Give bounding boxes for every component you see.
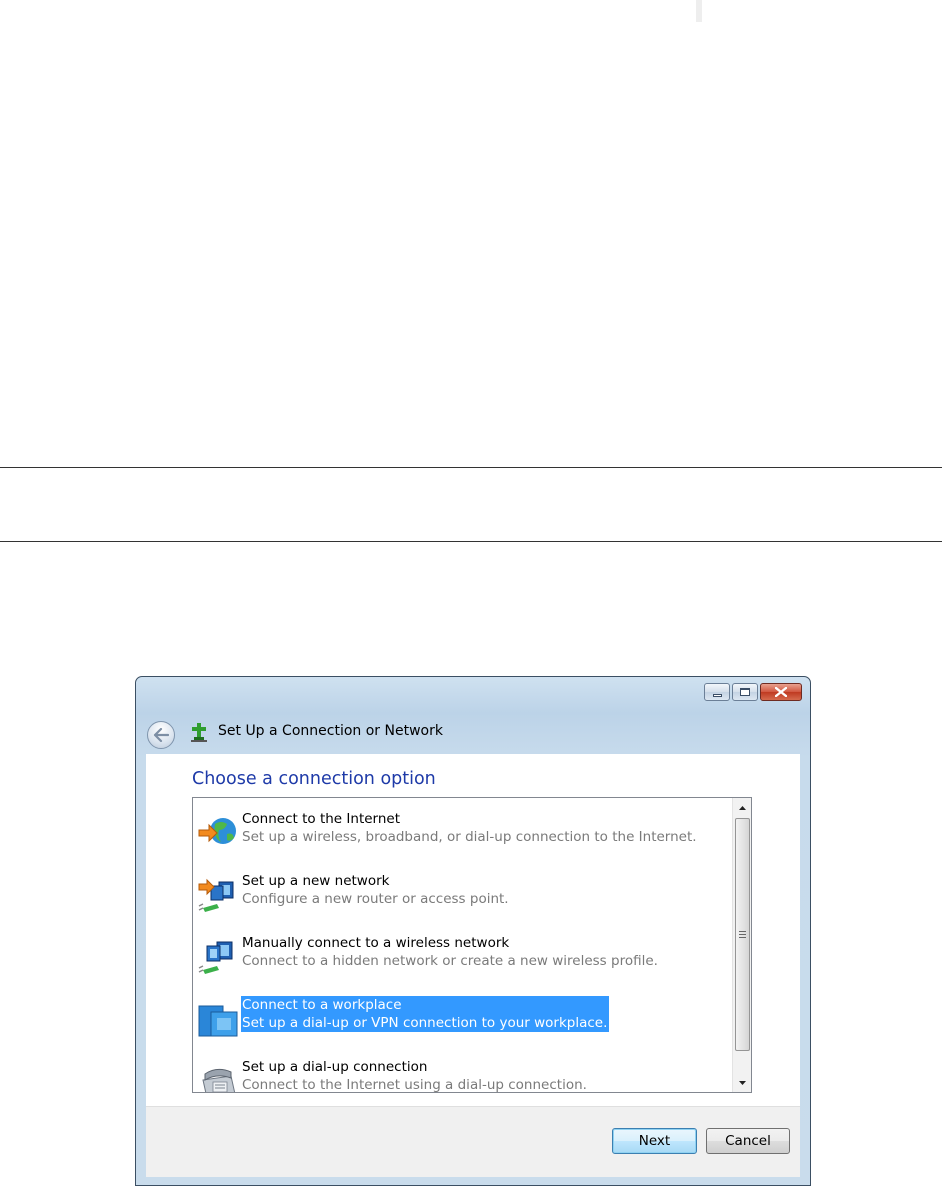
horizontal-rule-top [0, 467, 942, 468]
grip-icon [739, 931, 746, 938]
window-title: Set Up a Connection or Network [218, 723, 443, 739]
option-text: Manually connect to a wireless network C… [241, 934, 660, 970]
top-gray-mark [696, 0, 702, 22]
option-text: Set up a new network Configure a new rou… [241, 872, 511, 908]
back-button[interactable] [147, 721, 175, 749]
list-scrollbar[interactable] [732, 798, 751, 1092]
new-network-icon [198, 878, 234, 912]
scroll-up-button[interactable] [735, 799, 750, 816]
option-text: Connect to a workplace Set up a dial-up … [241, 996, 610, 1032]
option-title: Connect to the Internet [242, 811, 401, 827]
network-setup-icon [191, 723, 207, 742]
page-heading: Choose a connection option [192, 769, 436, 789]
setup-connection-window: Set Up a Connection or Network Choose a … [135, 676, 811, 1186]
scroll-down-button[interactable] [735, 1074, 750, 1091]
minimize-icon [712, 693, 722, 697]
option-connect-workplace[interactable]: Connect to a workplace Set up a dial-up … [193, 996, 731, 1037]
telephone-icon [202, 1068, 236, 1092]
option-new-network[interactable]: Set up a new network Configure a new rou… [193, 872, 731, 912]
option-description: Configure a new router or access point. [242, 891, 509, 907]
option-title: Set up a new network [242, 873, 390, 889]
option-dial-up[interactable]: Set up a dial-up connection Connect to t… [193, 1058, 731, 1093]
option-description: Set up a dial-up or VPN connection to yo… [241, 1014, 610, 1032]
option-description: Set up a wireless, broadband, or dial-up… [242, 829, 697, 845]
maximize-icon [740, 688, 750, 696]
wizard-footer: Next Cancel [146, 1106, 800, 1177]
option-title: Manually connect to a wireless network [242, 935, 510, 951]
option-text: Set up a dial-up connection Connect to t… [241, 1058, 589, 1093]
scroll-thumb[interactable] [735, 818, 750, 1051]
option-description: Connect to a hidden network or create a … [242, 953, 658, 969]
close-icon [775, 687, 787, 697]
scroll-up-icon [739, 805, 746, 810]
option-title: Set up a dial-up connection [242, 1059, 428, 1075]
close-button[interactable] [760, 683, 802, 701]
cancel-button[interactable]: Cancel [706, 1128, 790, 1154]
back-arrow-icon [153, 728, 169, 742]
scroll-down-icon [739, 1080, 746, 1085]
window-controls [704, 683, 802, 701]
globe-arrow-icon [198, 818, 236, 844]
wizard-content: Choose a connection option Connect to th… [146, 754, 800, 1106]
connection-options-list[interactable]: Connect to the Internet Set up a wireles… [192, 797, 752, 1093]
option-description: Connect to the Internet using a dial-up … [242, 1077, 587, 1093]
option-manual-wireless[interactable]: Manually connect to a wireless network C… [193, 934, 731, 974]
next-button[interactable]: Next [612, 1128, 697, 1154]
maximize-button[interactable] [732, 683, 758, 701]
workplace-icon [198, 1005, 238, 1037]
option-text: Connect to the Internet Set up a wireles… [241, 810, 699, 846]
wireless-network-icon [198, 941, 233, 974]
horizontal-rule-bottom [0, 541, 942, 542]
option-title: Connect to a workplace [241, 996, 610, 1014]
option-connect-internet[interactable]: Connect to the Internet Set up a wireles… [193, 810, 731, 850]
minimize-button[interactable] [704, 683, 730, 701]
